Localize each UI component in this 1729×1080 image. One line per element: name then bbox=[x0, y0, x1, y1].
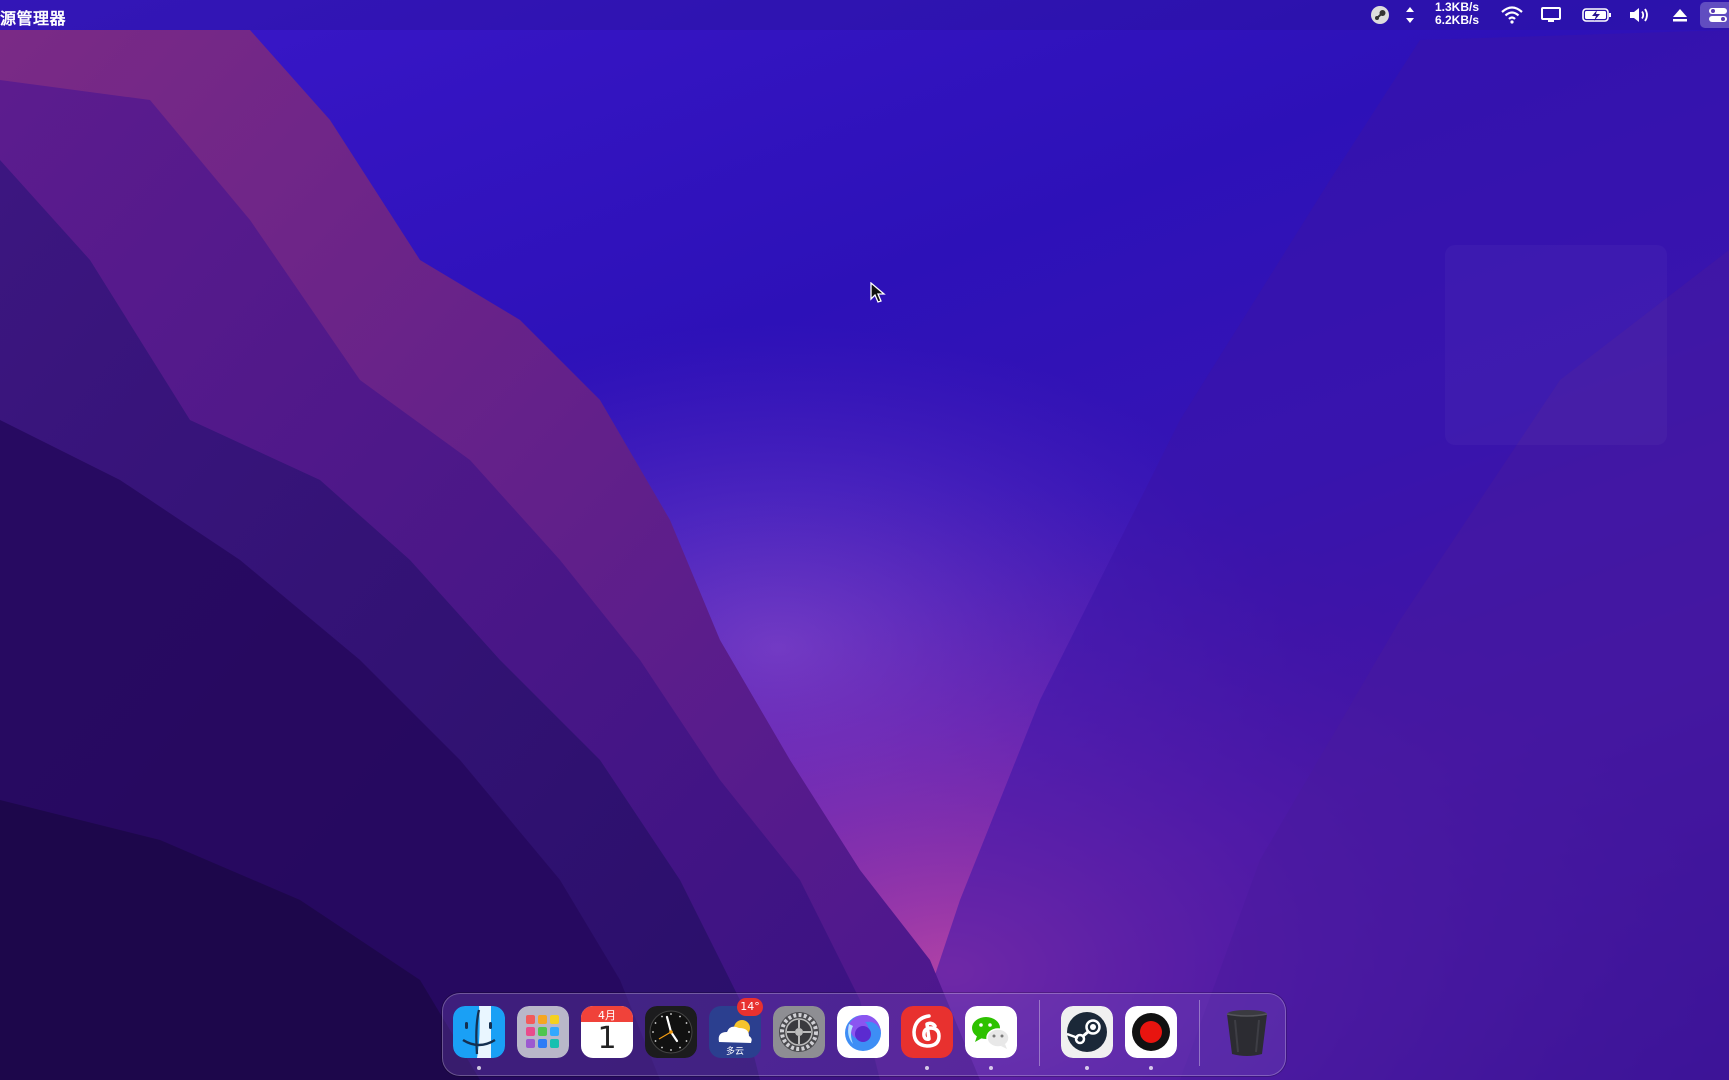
firefox-icon bbox=[837, 1006, 889, 1058]
dock-item-system-settings[interactable] bbox=[773, 1006, 825, 1058]
dock-separator bbox=[1039, 1000, 1040, 1066]
running-indicator bbox=[477, 1066, 481, 1070]
eject-icon[interactable] bbox=[1669, 4, 1691, 26]
battery-charging-icon[interactable] bbox=[1581, 4, 1613, 26]
menu-bar: 源管理器 1.3KB/s 6.2KB/s bbox=[0, 0, 1729, 30]
dock-item-calendar[interactable]: 4月 1 bbox=[581, 1006, 633, 1058]
network-speed[interactable]: 1.3KB/s 6.2KB/s bbox=[1428, 1, 1486, 27]
dock-item-launchpad[interactable] bbox=[517, 1006, 569, 1058]
dock-item-trash[interactable] bbox=[1221, 1006, 1273, 1058]
calendar-day: 1 bbox=[597, 1021, 617, 1056]
dock-item-weather[interactable]: 多云 14° bbox=[709, 998, 763, 1058]
record-icon bbox=[1125, 1006, 1177, 1058]
running-indicator bbox=[1085, 1066, 1089, 1070]
desktop[interactable]: 源管理器 1.3KB/s 6.2KB/s 4月 1 多云 14° bbox=[0, 0, 1729, 1080]
dock-item-netease-music[interactable] bbox=[901, 1006, 953, 1058]
wifi-icon[interactable] bbox=[1500, 4, 1524, 26]
clock-icon bbox=[645, 1006, 697, 1058]
running-indicator bbox=[1149, 1066, 1153, 1070]
dock-item-clock[interactable] bbox=[645, 1006, 697, 1058]
gear-icon bbox=[773, 1006, 825, 1058]
weather-temp-badge: 14° bbox=[737, 998, 763, 1016]
launchpad-icon bbox=[517, 1006, 569, 1058]
display-icon[interactable] bbox=[1539, 4, 1563, 26]
dock-item-finder[interactable] bbox=[453, 1006, 505, 1058]
dock-item-screen-recorder[interactable] bbox=[1125, 1006, 1177, 1058]
steam-menu-icon[interactable] bbox=[1369, 4, 1391, 26]
trash-icon bbox=[1226, 1010, 1268, 1056]
weather-condition: 多云 bbox=[725, 1047, 744, 1057]
control-center-icon[interactable] bbox=[1700, 2, 1729, 28]
dock-separator bbox=[1199, 1000, 1200, 1066]
volume-icon[interactable] bbox=[1627, 4, 1651, 26]
dock-item-firefox[interactable] bbox=[837, 1006, 889, 1058]
active-app-name[interactable]: 源管理器 bbox=[0, 5, 66, 29]
netease-music-icon bbox=[901, 1006, 953, 1058]
running-indicator bbox=[925, 1066, 929, 1070]
download-speed: 6.2KB/s bbox=[1434, 13, 1480, 27]
steam-icon bbox=[1061, 1006, 1113, 1058]
network-arrows-icon[interactable] bbox=[1402, 4, 1418, 26]
faded-widget bbox=[1445, 245, 1667, 445]
mouse-cursor-icon bbox=[870, 282, 886, 303]
wallpaper bbox=[0, 0, 1729, 1080]
dock-item-steam[interactable] bbox=[1061, 1006, 1113, 1058]
wechat-icon bbox=[965, 1006, 1017, 1058]
finder-icon bbox=[453, 1006, 505, 1058]
dock-item-wechat[interactable] bbox=[965, 1006, 1017, 1058]
running-indicator bbox=[989, 1066, 993, 1070]
